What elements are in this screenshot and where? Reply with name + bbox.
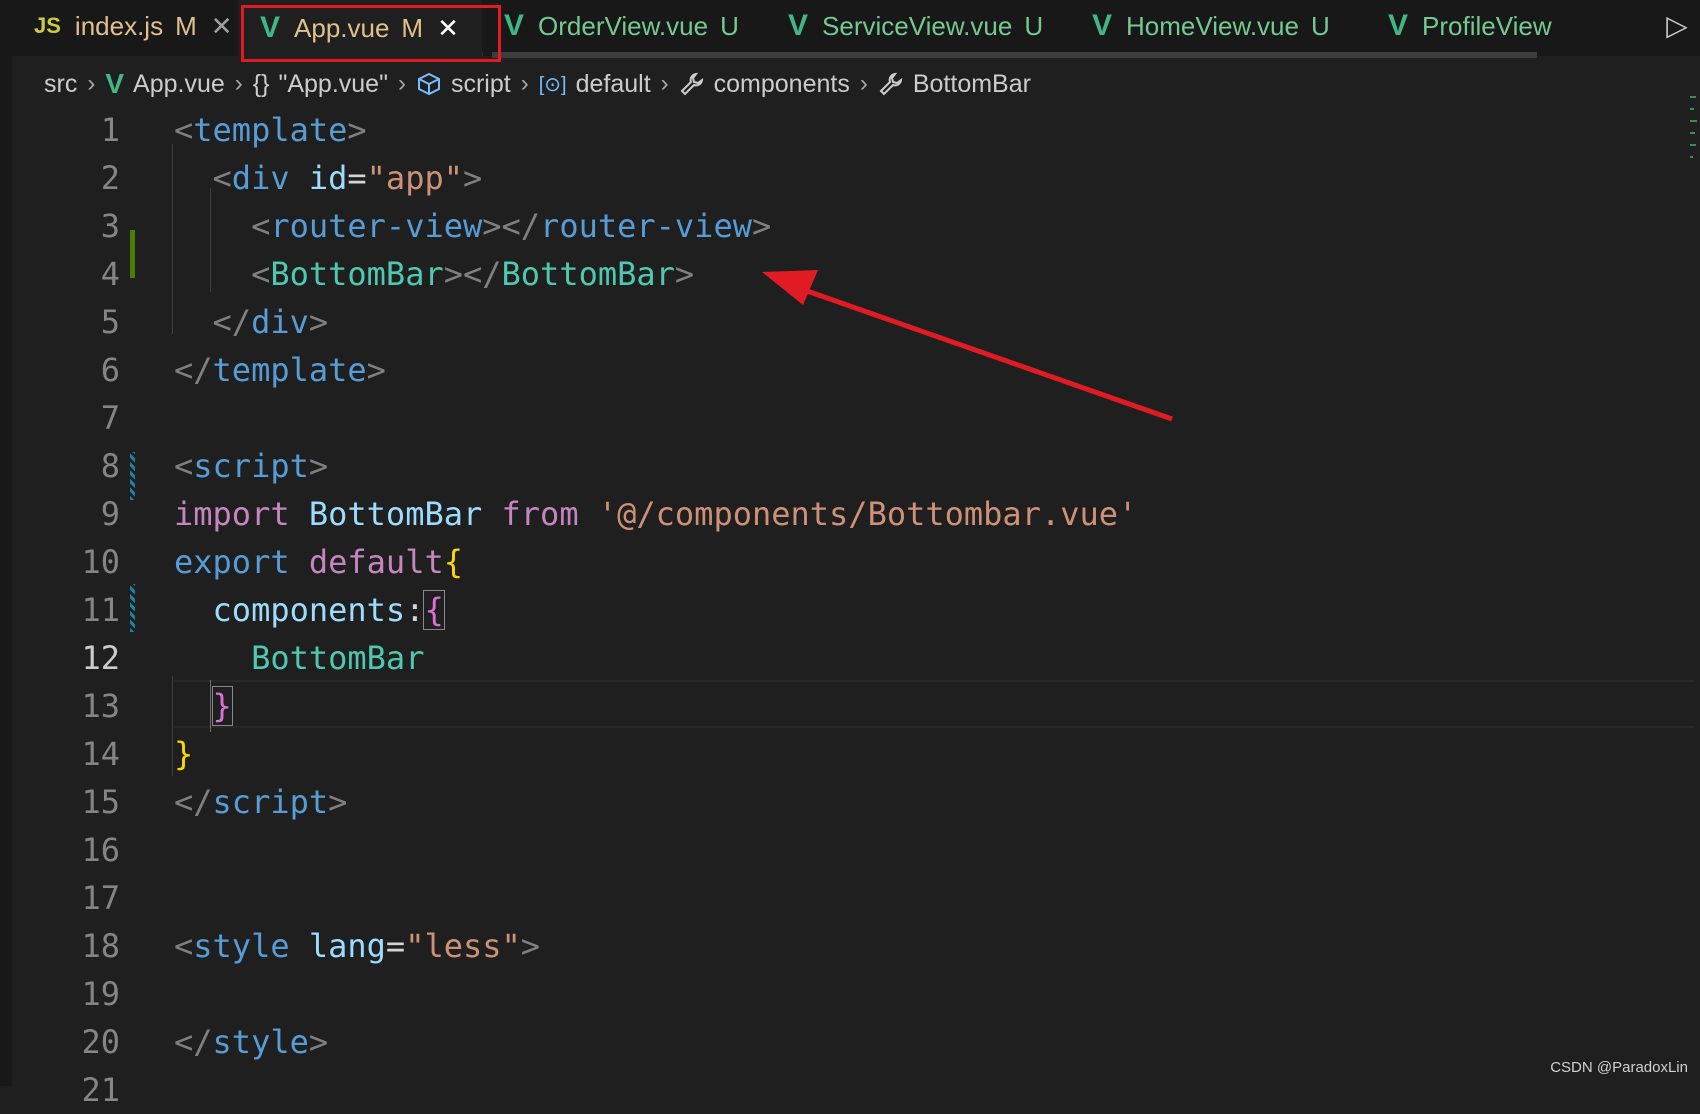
watermark: CSDN @ParadoxLin xyxy=(1550,1059,1688,1076)
annotation-arrow xyxy=(762,270,1173,422)
